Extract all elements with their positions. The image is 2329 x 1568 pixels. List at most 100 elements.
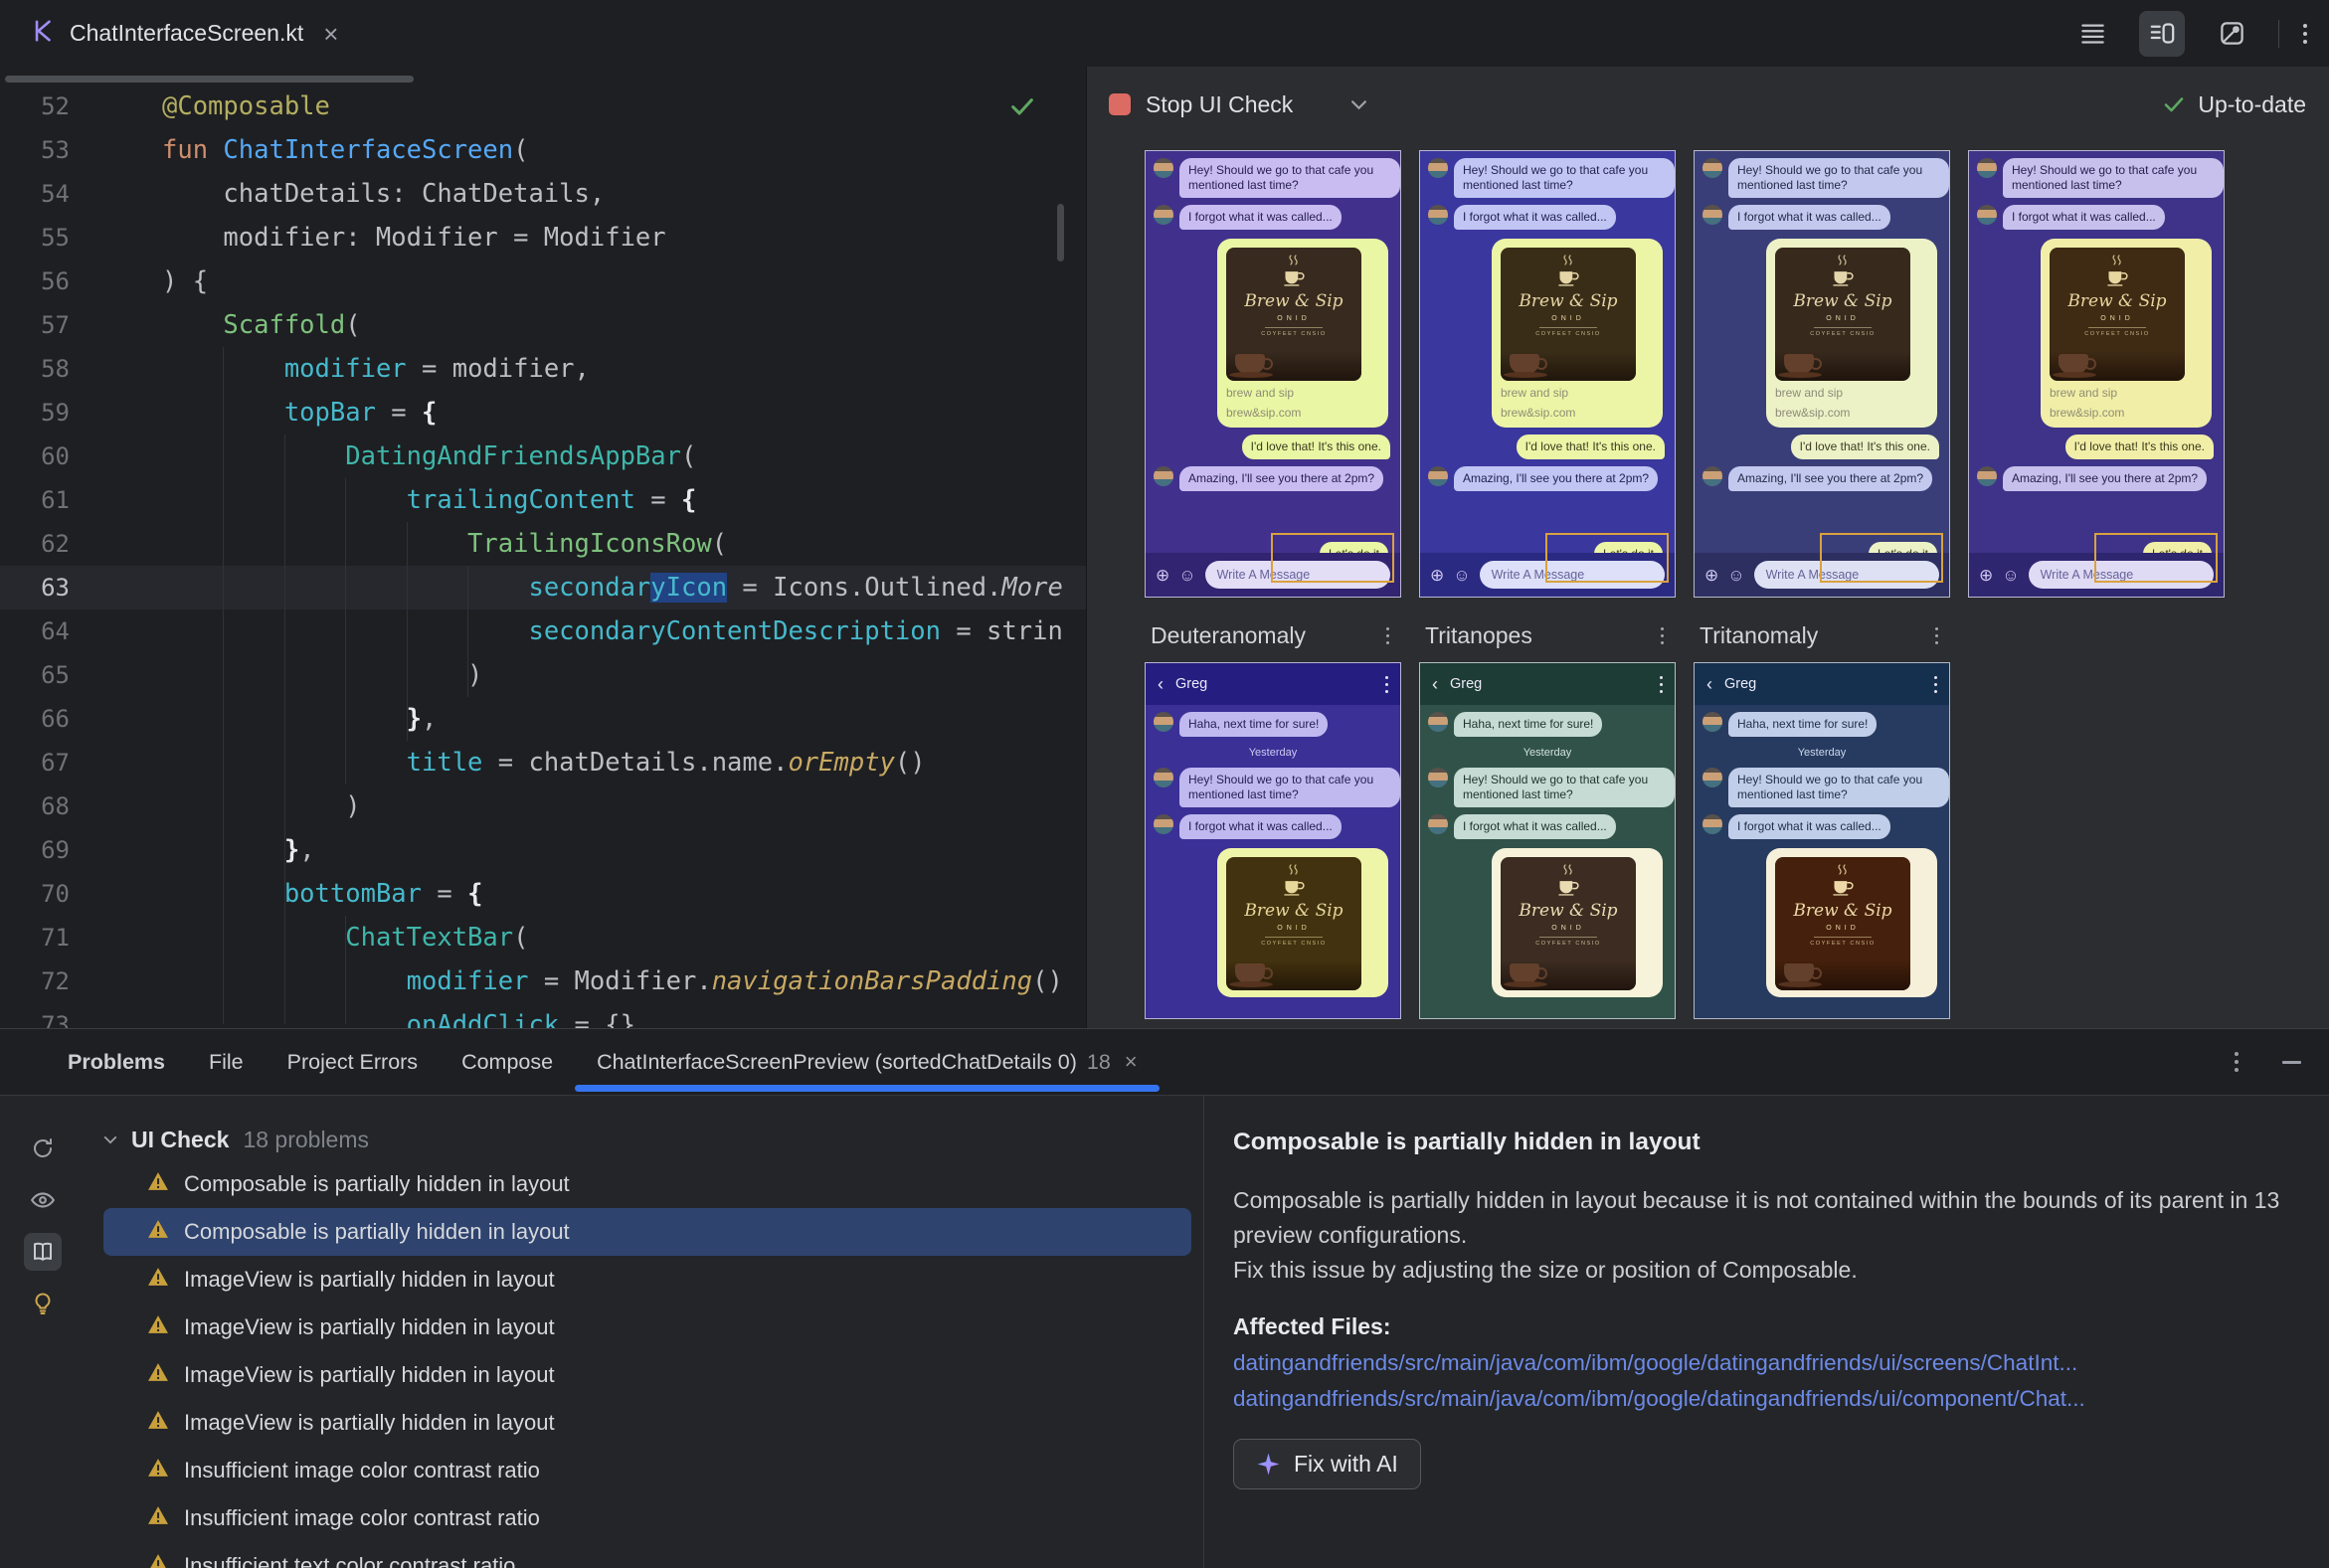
code-line[interactable]: 53fun ChatInterfaceScreen( (0, 128, 1086, 172)
code-text: modifier: Modifier = Modifier (70, 223, 666, 253)
back-icon[interactable]: ‹ (1706, 675, 1712, 693)
code-line[interactable]: 56) { (0, 260, 1086, 303)
link-preview-card[interactable]: Brew & SipONIDCOYFEET CNSIO (1492, 848, 1663, 997)
more-options-icon[interactable] (2303, 24, 2307, 44)
phone-preview-card[interactable]: Hey! Should we go to that cafe you menti… (1145, 150, 1401, 598)
code-line[interactable]: 59 topBar = { (0, 391, 1086, 435)
code-line[interactable]: 62 TrailingIconsRow( (0, 522, 1086, 566)
link-preview-card[interactable]: Brew & SipONIDCOYFEET CNSIObrew and sipb… (1766, 239, 1937, 428)
emoji-icon[interactable]: ☺ (1727, 567, 1744, 584)
line-number: 53 (0, 136, 70, 164)
chat-bubble-received: Haha, next time for sure! (1728, 712, 1877, 737)
code-line[interactable]: 54 chatDetails: ChatDetails, (0, 172, 1086, 216)
code-line[interactable]: 58 modifier = modifier, (0, 347, 1086, 391)
code-line[interactable]: 64 secondaryContentDescription = strin (0, 610, 1086, 653)
code-line[interactable]: 55 modifier: Modifier = Modifier (0, 216, 1086, 260)
code-line[interactable]: 66 }, (0, 697, 1086, 741)
code-line[interactable]: 63 secondaryIcon = Icons.Outlined.More (0, 566, 1086, 610)
horizontal-scrollbar[interactable] (5, 76, 414, 83)
problem-row[interactable]: Insufficient text color contrast ratio (103, 1542, 1191, 1568)
link-preview-card[interactable]: Brew & SipONIDCOYFEET CNSIO (1217, 848, 1388, 997)
code-line[interactable]: 71 ChatTextBar( (0, 916, 1086, 959)
code-line[interactable]: 57 Scaffold( (0, 303, 1086, 347)
tab-close-icon[interactable]: × (323, 21, 338, 47)
link-preview-card[interactable]: Brew & SipONIDCOYFEET CNSIO (1766, 848, 1937, 997)
preview-view-icon[interactable] (2209, 11, 2254, 57)
code-line[interactable]: 67 title = chatDetails.name.orEmpty() (0, 741, 1086, 784)
chat-bubble-received: I forgot what it was called... (1179, 205, 1342, 230)
problem-row[interactable]: Insufficient image color contrast ratio (103, 1447, 1191, 1494)
preview-menu-icon[interactable] (1935, 627, 1938, 644)
problem-row[interactable]: Composable is partially hidden in layout (103, 1208, 1191, 1256)
code-line[interactable]: 65 ) (0, 653, 1086, 697)
code-line[interactable]: 52@Composable (0, 85, 1086, 128)
phone-preview-card[interactable]: ‹GregHaha, next time for sure!YesterdayH… (1419, 662, 1676, 1019)
avatar (1154, 205, 1173, 225)
code-text: secondaryIcon = Icons.Outlined.More (70, 573, 1063, 603)
phone-preview-card[interactable]: ‹GregHaha, next time for sure!YesterdayH… (1145, 662, 1401, 1019)
code-line[interactable]: 70 bottomBar = { (0, 872, 1086, 916)
problem-row[interactable]: ImageView is partially hidden in layout (103, 1351, 1191, 1399)
code-line[interactable]: 61 trailingContent = { (0, 478, 1086, 522)
panel-divider[interactable] (1203, 1095, 1204, 1568)
code-line[interactable]: 68 ) (0, 784, 1086, 828)
phone-preview-card[interactable]: ‹GregHaha, next time for sure!YesterdayH… (1694, 662, 1950, 1019)
code-view-icon[interactable] (2069, 11, 2115, 57)
stop-dropdown-chevron-icon[interactable] (1350, 99, 1367, 110)
add-icon[interactable]: ⊕ (1979, 567, 1993, 584)
problem-row[interactable]: Composable is partially hidden in layout (103, 1160, 1191, 1208)
affected-file-link[interactable]: datingandfriends/src/main/java/com/ibm/g… (1233, 1350, 2299, 1376)
code-line[interactable]: 69 }, (0, 828, 1086, 872)
coffee-cup-icon (1282, 269, 1306, 290)
code-text: Scaffold( (70, 310, 361, 340)
line-number: 54 (0, 180, 70, 208)
split-view-icon[interactable] (2139, 11, 2185, 57)
back-icon[interactable]: ‹ (1158, 675, 1164, 693)
preview-menu-icon[interactable] (1661, 627, 1664, 644)
link-preview-card[interactable]: Brew & SipONIDCOYFEET CNSIObrew and sipb… (1492, 239, 1663, 428)
add-icon[interactable]: ⊕ (1156, 567, 1169, 584)
panel-options-icon[interactable] (2235, 1052, 2239, 1072)
phone-preview-card[interactable]: Hey! Should we go to that cafe you menti… (1419, 150, 1676, 598)
problem-row[interactable]: ImageView is partially hidden in layout (103, 1304, 1191, 1351)
brew-sip-tagline: COYFEET CNSIO (1261, 941, 1327, 948)
emoji-icon[interactable]: ☺ (1178, 567, 1195, 584)
emoji-icon[interactable]: ☺ (1453, 567, 1470, 584)
code-text: onAddClick = {} (70, 1010, 635, 1028)
problem-row[interactable]: Insufficient image color contrast ratio (103, 1494, 1191, 1542)
problem-text: Insufficient image color contrast ratio (184, 1458, 540, 1483)
fix-with-ai-button[interactable]: Fix with AI (1233, 1439, 1421, 1489)
code-line[interactable]: 72 modifier = Modifier.navigationBarsPad… (0, 959, 1086, 1003)
problem-row[interactable]: ImageView is partially hidden in layout (103, 1256, 1191, 1304)
add-icon[interactable]: ⊕ (1430, 567, 1444, 584)
link-preview-card[interactable]: Brew & SipONIDCOYFEET CNSIObrew and sipb… (2041, 239, 2212, 428)
code-editor[interactable]: 52@Composable53fun ChatInterfaceScreen(5… (0, 67, 1086, 1028)
affected-file-link[interactable]: datingandfriends/src/main/java/com/ibm/g… (1233, 1386, 2299, 1412)
code-line[interactable]: 60 DatingAndFriendsAppBar( (0, 435, 1086, 478)
stop-icon[interactable] (1109, 93, 1131, 115)
file-tab[interactable]: ChatInterfaceScreen.kt × (0, 0, 368, 67)
steam-icon (1836, 255, 1850, 269)
back-icon[interactable]: ‹ (1432, 675, 1438, 693)
brew-sip-tagline: COYFEET CNSIO (1810, 941, 1876, 948)
preview-menu-icon[interactable] (1386, 627, 1389, 644)
indent-guide (284, 435, 285, 1024)
chat-app-bar: ‹Greg (1146, 663, 1400, 705)
inspections-ok-icon[interactable] (1008, 92, 1036, 125)
add-icon[interactable]: ⊕ (1704, 567, 1718, 584)
emoji-icon[interactable]: ☺ (2002, 567, 2019, 584)
chat-menu-icon[interactable] (1385, 676, 1388, 693)
chat-menu-icon[interactable] (1660, 676, 1663, 693)
link-preview-card[interactable]: Brew & SipONIDCOYFEET CNSIObrew and sipb… (1217, 239, 1388, 428)
phone-preview-card[interactable]: Hey! Should we go to that cafe you menti… (1694, 150, 1950, 598)
chat-message-received: I forgot what it was called... (1702, 814, 1949, 839)
brew-sip-image: Brew & SipONIDCOYFEET CNSIO (1501, 857, 1636, 990)
phone-preview-card[interactable]: Hey! Should we go to that cafe you menti… (1968, 150, 2225, 598)
chat-menu-icon[interactable] (1934, 676, 1937, 693)
stop-ui-check-button[interactable]: Stop UI Check (1146, 91, 1293, 118)
indent-guide (345, 916, 346, 1024)
code-line[interactable]: 73 onAddClick = {} (0, 1003, 1086, 1028)
minimize-icon[interactable] (2282, 1061, 2301, 1064)
code-text: }, (70, 704, 437, 734)
problem-row[interactable]: ImageView is partially hidden in layout (103, 1399, 1191, 1447)
